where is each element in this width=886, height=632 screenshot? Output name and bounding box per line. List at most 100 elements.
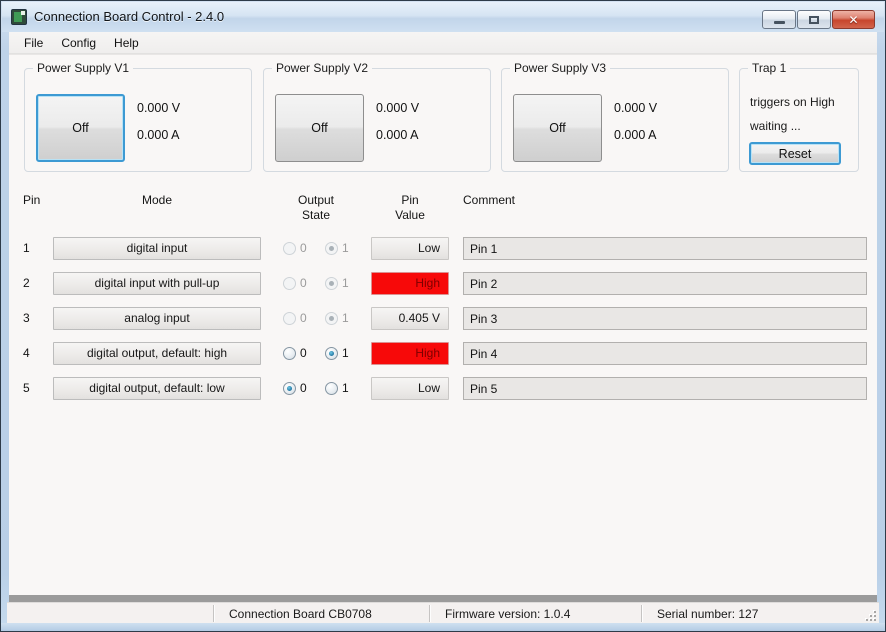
voltage-readout: 0.000 V <box>137 101 180 115</box>
maximize-button[interactable] <box>797 10 831 29</box>
menu-bar: File Config Help <box>9 32 877 54</box>
output-state-radio-0: 0 <box>283 241 307 255</box>
table-row: 3 analog input 0 1 0.405 V <box>9 307 877 342</box>
pin-table: 1 digital input 0 1 Low 2 digital input … <box>9 237 877 412</box>
pin-number: 3 <box>23 307 45 330</box>
maximize-icon <box>809 16 819 24</box>
radio-icon <box>283 277 296 290</box>
radio-icon <box>283 347 296 360</box>
radio-icon <box>325 312 338 325</box>
output-state-radio-0: 0 <box>283 311 307 325</box>
power-supply-v2-group: Power Supply V2 Off 0.000 V 0.000 A <box>263 68 491 172</box>
table-row: 5 digital output, default: low 0 1 Low <box>9 377 877 412</box>
mode-selector[interactable]: analog input <box>53 307 261 330</box>
comment-input[interactable] <box>463 237 867 260</box>
comment-input[interactable] <box>463 272 867 295</box>
power-supply-v2-off-button[interactable]: Off <box>275 94 364 162</box>
column-header-output-state: Output State <box>288 193 344 223</box>
menu-item-help[interactable]: Help <box>105 33 148 53</box>
app-icon <box>11 9 27 25</box>
window-title: Connection Board Control - 2.4.0 <box>34 9 224 24</box>
current-readout: 0.000 A <box>376 128 419 142</box>
group-title: Power Supply V3 <box>510 61 610 75</box>
status-firmware-version: Firmware version: 1.0.4 <box>445 607 570 621</box>
comment-input[interactable] <box>463 342 867 365</box>
window-frame-bottom <box>1 623 885 631</box>
power-supply-v1-off-button[interactable]: Off <box>36 94 125 162</box>
power-supply-v3-off-button[interactable]: Off <box>513 94 602 162</box>
menu-item-file[interactable]: File <box>15 33 52 53</box>
pin-value-display: High <box>371 342 449 365</box>
radio-icon <box>325 242 338 255</box>
power-supply-v1-group: Power Supply V1 Off 0.000 V 0.000 A <box>24 68 252 172</box>
trap-reset-button[interactable]: Reset <box>749 142 841 165</box>
table-row: 4 digital output, default: high 0 1 High <box>9 342 877 377</box>
voltage-readout: 0.000 V <box>376 101 419 115</box>
minimize-icon <box>774 21 785 24</box>
group-title: Trap 1 <box>748 61 790 75</box>
pin-number: 2 <box>23 272 45 295</box>
group-title: Power Supply V1 <box>33 61 133 75</box>
radio-icon <box>325 347 338 360</box>
voltage-readout: 0.000 V <box>614 101 657 115</box>
close-icon: ✕ <box>848 14 858 26</box>
output-state-radio-0: 0 <box>283 276 307 290</box>
comment-input[interactable] <box>463 307 867 330</box>
app-window: Connection Board Control - 2.4.0 ✕ File … <box>0 0 886 632</box>
pin-value-display: Low <box>371 237 449 260</box>
client-area: Power Supply V1 Off 0.000 V 0.000 A Powe… <box>9 54 877 595</box>
radio-icon <box>325 277 338 290</box>
mode-selector[interactable]: digital input <box>53 237 261 260</box>
radio-icon <box>283 382 296 395</box>
power-supply-v3-group: Power Supply V3 Off 0.000 V 0.000 A <box>501 68 729 172</box>
table-row: 2 digital input with pull-up 0 1 High <box>9 272 877 307</box>
column-header-pin-value: Pin Value <box>388 193 432 223</box>
output-state-radio-1[interactable]: 1 <box>325 346 349 360</box>
window-controls: ✕ <box>761 10 875 29</box>
column-header-pin: Pin <box>23 193 40 208</box>
status-separator <box>641 605 642 622</box>
radio-icon <box>283 312 296 325</box>
trap-group: Trap 1 triggers on High waiting ... Rese… <box>739 68 859 172</box>
resize-grip[interactable] <box>865 610 877 622</box>
group-title: Power Supply V2 <box>272 61 372 75</box>
current-readout: 0.000 A <box>614 128 657 142</box>
pin-value-display: 0.405 V <box>371 307 449 330</box>
status-separator <box>213 605 214 622</box>
output-state-radio-1: 1 <box>325 276 349 290</box>
mode-selector[interactable]: digital output, default: low <box>53 377 261 400</box>
pin-number: 5 <box>23 377 45 400</box>
output-state-radio-1: 1 <box>325 311 349 325</box>
status-serial-number: Serial number: 127 <box>657 607 758 621</box>
status-board-name: Connection Board CB0708 <box>229 607 372 621</box>
output-state-radio-1[interactable]: 1 <box>325 381 349 395</box>
close-button[interactable]: ✕ <box>832 10 875 29</box>
current-readout: 0.000 A <box>137 128 180 142</box>
pin-value-display: High <box>371 272 449 295</box>
radio-icon <box>283 242 296 255</box>
trap-status-text: waiting ... <box>750 119 801 133</box>
readouts: 0.000 V 0.000 A <box>376 101 419 155</box>
bottom-strip <box>9 595 877 602</box>
minimize-button[interactable] <box>762 10 796 29</box>
pin-value-display: Low <box>371 377 449 400</box>
pin-number: 4 <box>23 342 45 365</box>
column-header-mode: Mode <box>53 193 261 208</box>
output-state-radio-1: 1 <box>325 241 349 255</box>
output-state-radio-0[interactable]: 0 <box>283 346 307 360</box>
status-separator <box>429 605 430 622</box>
table-row: 1 digital input 0 1 Low <box>9 237 877 272</box>
radio-icon <box>325 382 338 395</box>
mode-selector[interactable]: digital input with pull-up <box>53 272 261 295</box>
status-bar: Connection Board CB0708 Firmware version… <box>7 602 879 624</box>
title-bar: Connection Board Control - 2.4.0 ✕ <box>2 2 884 32</box>
readouts: 0.000 V 0.000 A <box>614 101 657 155</box>
mode-selector[interactable]: digital output, default: high <box>53 342 261 365</box>
readouts: 0.000 V 0.000 A <box>137 101 180 155</box>
column-header-comment: Comment <box>463 193 515 208</box>
pin-number: 1 <box>23 237 45 260</box>
menu-item-config[interactable]: Config <box>52 33 105 53</box>
comment-input[interactable] <box>463 377 867 400</box>
output-state-radio-0[interactable]: 0 <box>283 381 307 395</box>
trap-trigger-text: triggers on High <box>750 95 835 109</box>
